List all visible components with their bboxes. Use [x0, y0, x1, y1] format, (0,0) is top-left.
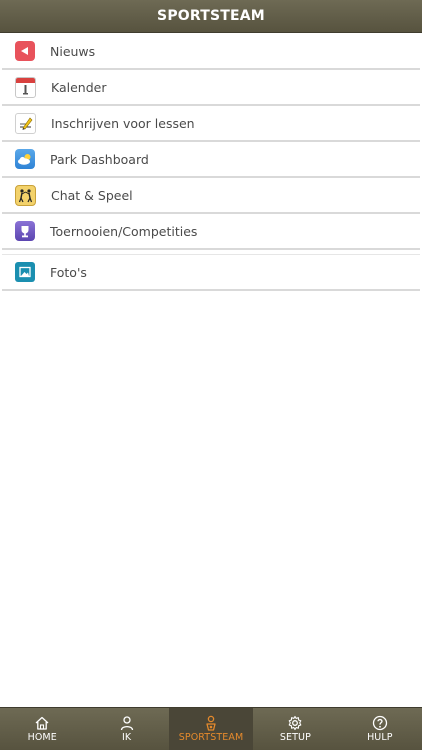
chat-play-icon: [15, 184, 36, 206]
sportsteam-icon: [203, 715, 219, 731]
menu-item-label: Kalender: [51, 79, 107, 95]
tab-label: SETUP: [279, 732, 311, 743]
help-icon: [372, 715, 388, 731]
weather-cloud-icon: [15, 149, 35, 169]
menu-item-chat-speel[interactable]: Chat & Speel: [2, 178, 420, 214]
menu-item-label: Nieuws: [50, 43, 96, 59]
menu-item-nieuws[interactable]: Nieuws: [2, 34, 420, 70]
menu-item-park-dashboard[interactable]: Park Dashboard: [2, 142, 420, 178]
tab-setup[interactable]: SETUP: [253, 708, 337, 750]
tab-hulp[interactable]: HULP: [338, 708, 422, 750]
page-header: SPORTSTEAM: [0, 0, 422, 32]
page-title: SPORTSTEAM: [157, 8, 265, 24]
tab-home[interactable]: HOME: [0, 708, 84, 750]
menu-list: Nieuws Kalender Inschrijven voor lessen …: [0, 32, 422, 291]
menu-item-fotos[interactable]: Foto's: [2, 254, 420, 291]
tab-ik[interactable]: IK: [84, 708, 168, 750]
menu-item-toernooien[interactable]: Toernooien/Competities: [2, 214, 420, 250]
tab-label: SPORTSTEAM: [178, 732, 244, 743]
menu-item-label: Inschrijven voor lessen: [51, 115, 195, 131]
tab-label: HOME: [27, 732, 57, 743]
gear-icon: [287, 715, 303, 731]
bottom-tab-bar: HOME IK SPORTSTEAM SETUP HULP: [0, 707, 422, 750]
menu-item-inschrijven[interactable]: Inschrijven voor lessen: [2, 106, 420, 142]
menu-item-label: Chat & Speel: [51, 187, 133, 203]
user-icon: [119, 715, 135, 731]
home-icon: [34, 715, 50, 731]
megaphone-icon: [15, 41, 35, 61]
photo-icon: [15, 262, 35, 282]
menu-item-label: Park Dashboard: [50, 151, 149, 167]
menu-item-kalender[interactable]: Kalender: [2, 70, 420, 106]
tab-label: IK: [121, 732, 132, 743]
menu-item-label: Foto's: [50, 264, 87, 280]
signup-pencil-icon: [15, 112, 36, 134]
tab-label: HULP: [367, 732, 393, 743]
menu-item-label: Toernooien/Competities: [50, 223, 198, 239]
calendar-icon: [15, 76, 36, 98]
trophy-icon: [15, 221, 35, 241]
tab-sportsteam[interactable]: SPORTSTEAM: [168, 708, 254, 750]
app-screen: SPORTSTEAM Nieuws Kalender Inschrijven v…: [0, 0, 422, 750]
